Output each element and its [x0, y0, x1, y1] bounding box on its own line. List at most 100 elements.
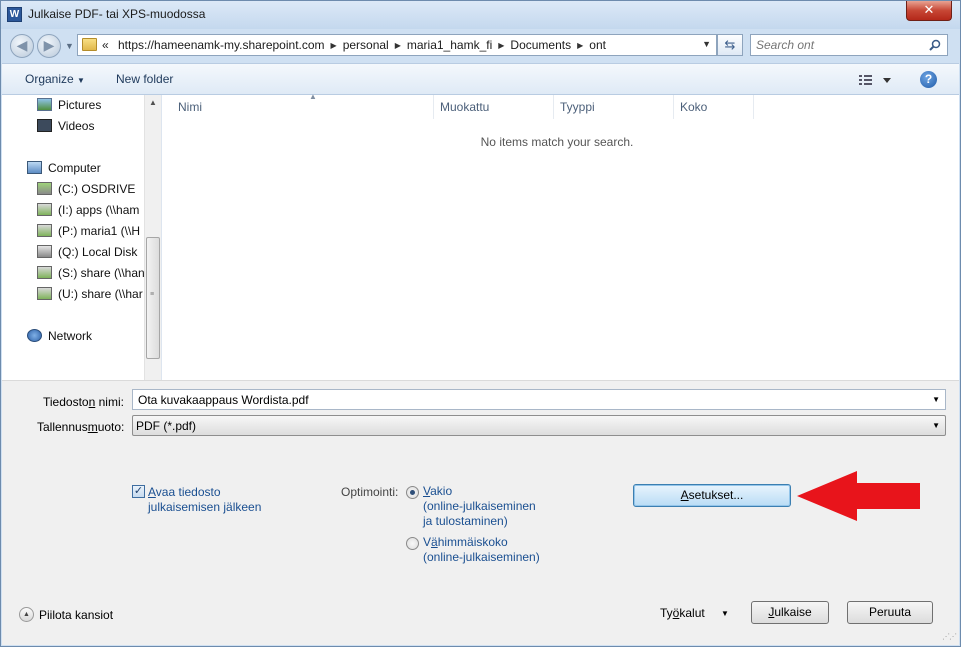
optimize-minimum-radio[interactable]	[406, 537, 419, 550]
column-header-modified[interactable]: Muokattu	[434, 95, 554, 119]
videos-icon	[37, 119, 52, 132]
help-icon[interactable]: ?	[920, 71, 937, 88]
address-bar[interactable]: « https://hameenamk-my.sharepoint.com ▶ …	[77, 34, 717, 56]
drive-icon	[37, 245, 52, 258]
nav-item-label: (I:) apps (\\ham	[58, 203, 140, 217]
nav-item-pictures[interactable]: Pictures	[2, 95, 144, 115]
nav-item-network[interactable]: Network	[2, 326, 144, 346]
nav-item-i-drive[interactable]: (I:) apps (\\ham	[2, 200, 144, 220]
breadcrumb-item[interactable]: https://hameenamk-my.sharepoint.com	[118, 38, 325, 53]
breadcrumb-item[interactable]: Documents	[510, 38, 571, 53]
chevron-down-icon[interactable]: ▼	[721, 609, 729, 618]
breadcrumb: https://hameenamk-my.sharepoint.com ▶ pe…	[118, 38, 612, 53]
breadcrumb-overflow[interactable]: «	[102, 38, 109, 52]
settings-button[interactable]: Asetukset...	[633, 484, 791, 507]
forward-button[interactable]: ▶	[37, 34, 61, 58]
nav-item-s-drive[interactable]: (S:) share (\\han	[2, 263, 144, 283]
network-icon	[27, 329, 42, 342]
open-after-publish-label[interactable]: Avaa tiedosto julkaisemisen jälkeen	[148, 485, 261, 515]
arrow-left-icon: ◀	[16, 37, 28, 53]
network-drive-icon	[37, 224, 52, 237]
hide-folders-button[interactable]: Piilota kansiot	[39, 608, 113, 622]
title-bar: W Julkaise PDF- tai XPS-muodossa ✕	[1, 1, 960, 29]
chevron-right-icon[interactable]: ▶	[331, 38, 337, 53]
breadcrumb-item[interactable]: ont	[589, 38, 606, 53]
resize-grip-icon[interactable]: ⋰⋰	[942, 632, 957, 641]
filetype-select[interactable]: PDF (*.pdf) ▼	[132, 415, 946, 436]
nav-scrollbar[interactable]: ▲ ≡	[144, 95, 161, 380]
chevron-down-icon: ▼	[77, 76, 85, 85]
optimize-standard-label[interactable]: Vakio (online-julkaiseminen ja tulostami…	[423, 484, 536, 529]
search-icon	[929, 39, 941, 51]
nav-item-label: Videos	[58, 119, 95, 133]
chevron-down-icon[interactable]: ▼	[932, 395, 940, 404]
nav-item-p-drive[interactable]: (P:) maria1 (\\H	[2, 221, 144, 241]
refresh-icon: ⇆	[724, 37, 736, 52]
filename-field[interactable]: Ota kuvakaappaus Wordista.pdf ▼	[132, 389, 946, 410]
nav-item-label: Network	[48, 329, 93, 343]
window-title: Julkaise PDF- tai XPS-muodossa	[28, 7, 206, 21]
sort-ascending-icon: ▲	[309, 92, 317, 101]
grip-icon: ≡	[150, 291, 155, 298]
publish-button[interactable]: Julkaise	[751, 601, 829, 624]
nav-item-label: (Q:) Local Disk	[58, 245, 138, 259]
pictures-icon	[37, 98, 52, 111]
organize-button[interactable]: Organize ▼	[25, 72, 85, 86]
chevron-down-icon[interactable]: ▼	[932, 421, 940, 430]
scroll-up-icon[interactable]: ▲	[149, 98, 157, 107]
search-input[interactable]	[756, 38, 921, 52]
nav-item-label: Computer	[48, 161, 101, 175]
drive-icon	[37, 182, 52, 195]
word-app-icon: W	[7, 7, 22, 22]
nav-item-c-drive[interactable]: (C:) OSDRIVE	[2, 179, 144, 199]
open-after-publish-checkbox[interactable]: ✓	[132, 485, 145, 498]
change-view-icon[interactable]	[859, 72, 895, 88]
nav-item-computer[interactable]: Computer	[2, 158, 144, 178]
filename-label: Tiedoston nimi:	[43, 395, 124, 409]
save-dialog-window: W Julkaise PDF- tai XPS-muodossa ✕ ◀ ▶ ▼…	[0, 0, 961, 647]
recent-locations-dropdown[interactable]: ▼	[65, 41, 74, 51]
tools-menu[interactable]: Työkalut	[660, 606, 705, 620]
optimize-minimum-label[interactable]: Vähimmäiskoko (online-julkaiseminen)	[423, 535, 540, 565]
refresh-button[interactable]: ⇆	[717, 34, 743, 56]
chevron-up-icon[interactable]: ▲	[19, 607, 34, 622]
nav-item-label: (P:) maria1 (\\H	[58, 224, 141, 238]
column-header-type[interactable]: Tyyppi	[554, 95, 674, 119]
nav-item-label: (S:) share (\\han	[58, 266, 144, 280]
nav-item-u-drive[interactable]: (U:) share (\\har	[2, 284, 144, 304]
column-header-size[interactable]: Koko	[674, 95, 754, 119]
nav-item-q-drive[interactable]: (Q:) Local Disk	[2, 242, 144, 262]
folder-icon	[82, 38, 97, 51]
cancel-button[interactable]: Peruuta	[847, 601, 933, 624]
empty-list-message: No items match your search.	[480, 135, 634, 149]
nav-item-label: (C:) OSDRIVE	[58, 182, 136, 196]
column-header-name[interactable]: Nimi ▲	[172, 92, 434, 119]
file-list[interactable]: Nimi ▲ Muokattu Tyyppi Koko No items mat…	[161, 92, 959, 380]
red-arrow-annotation	[797, 471, 920, 521]
chevron-down-icon[interactable]: ▼	[702, 39, 711, 49]
scroll-thumb[interactable]: ≡	[146, 237, 160, 359]
new-folder-button[interactable]: New folder	[116, 72, 173, 86]
optimize-label: Optimointi:	[341, 485, 399, 499]
search-box[interactable]	[750, 34, 948, 56]
checkmark-icon: ✓	[133, 485, 144, 497]
filename-value: Ota kuvakaappaus Wordista.pdf	[138, 393, 309, 407]
breadcrumb-item[interactable]: personal	[343, 38, 389, 53]
back-button[interactable]: ◀	[10, 34, 34, 58]
navigation-pane: Pictures Videos Computer (C:) OSDRIVE (I…	[2, 95, 161, 380]
optimize-standard-radio[interactable]	[406, 486, 419, 499]
close-button[interactable]: ✕	[906, 1, 952, 21]
breadcrumb-item[interactable]: maria1_hamk_fi	[407, 38, 492, 53]
nav-item-label: Pictures	[58, 98, 102, 112]
arrow-right-icon: ▶	[43, 37, 55, 53]
chevron-right-icon[interactable]: ▶	[498, 38, 504, 53]
command-bar: Organize ▼ New folder ?	[2, 63, 959, 95]
filetype-label: Tallennusmuoto:	[37, 420, 125, 434]
chevron-right-icon[interactable]: ▶	[577, 38, 583, 53]
chevron-right-icon[interactable]: ▶	[395, 38, 401, 53]
filetype-value: PDF (*.pdf)	[136, 419, 197, 433]
computer-icon	[27, 161, 42, 174]
nav-item-label: (U:) share (\\har	[58, 287, 143, 301]
network-drive-icon	[37, 287, 52, 300]
nav-item-videos[interactable]: Videos	[2, 116, 144, 136]
